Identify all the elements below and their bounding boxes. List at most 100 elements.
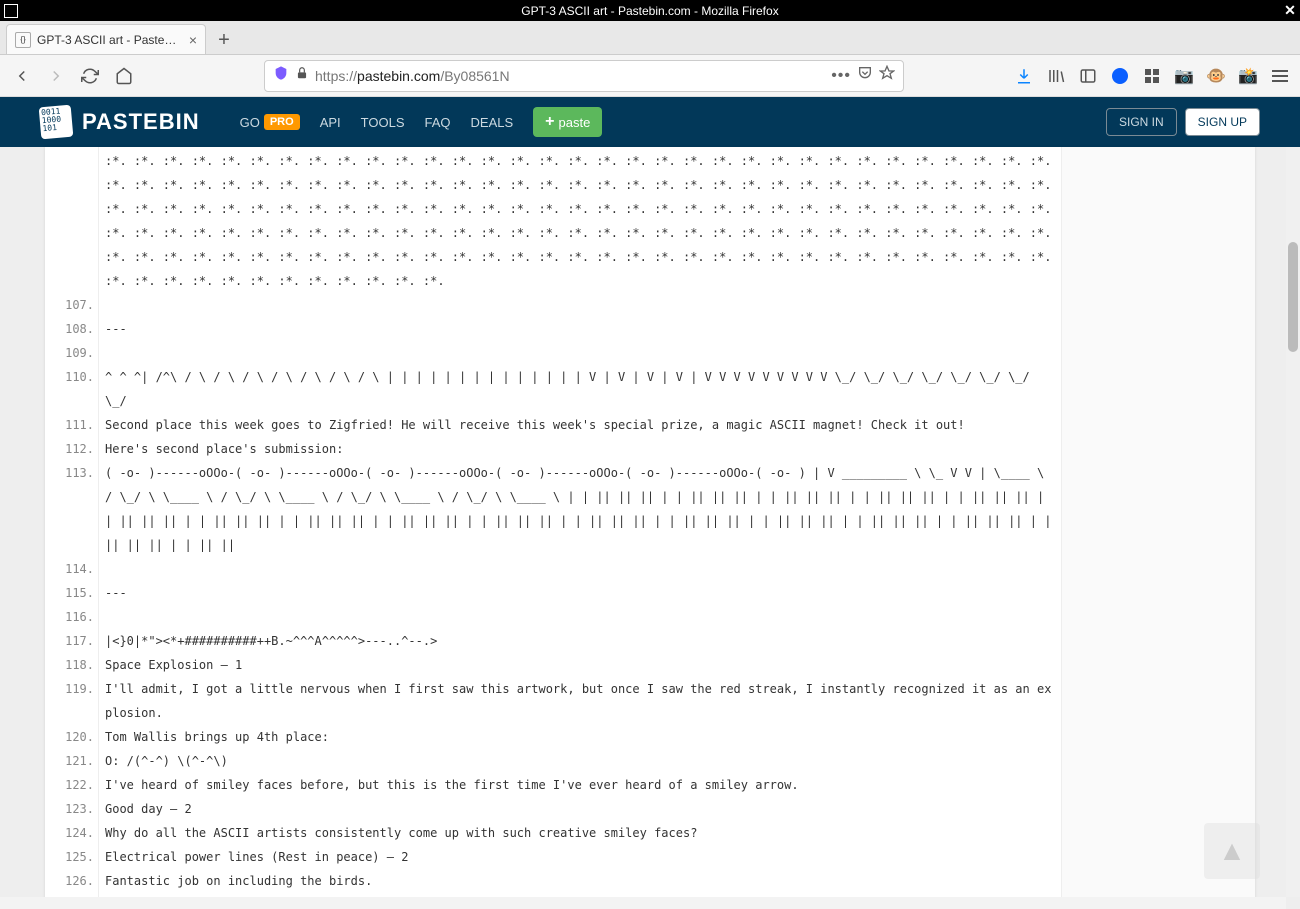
paste-sidebar	[1061, 147, 1255, 909]
code-line: |<}0|*"><*+##########++B.~^^^A^^^^^>---.…	[105, 629, 1055, 653]
code-line: ^ ^ ^| /^\ / \ / \ / \ / \ / \ / \ / \ |…	[105, 365, 1055, 413]
line-number: 113.	[45, 461, 94, 557]
paste-main: 107.108.109.110.111.112.113.114.115.116.…	[45, 147, 1061, 909]
line-number: 117.	[45, 629, 94, 653]
reload-button[interactable]	[76, 62, 104, 90]
vertical-scrollbar[interactable]	[1286, 147, 1300, 897]
nav-tools[interactable]: TOOLS	[361, 115, 405, 130]
line-number: 107.	[45, 293, 94, 317]
code-line: ---	[105, 581, 1055, 605]
scrollbar-thumb[interactable]	[1288, 242, 1298, 352]
line-number: 109.	[45, 341, 94, 365]
nav-api[interactable]: API	[320, 115, 341, 130]
window-titlebar: GPT-3 ASCII art - Pastebin.com - Mozilla…	[0, 0, 1300, 21]
line-number: 126.	[45, 869, 94, 893]
new-tab-button[interactable]: +	[210, 26, 238, 54]
shield-icon[interactable]	[273, 65, 289, 86]
code-line: I've heard of smiley faces before, but t…	[105, 773, 1055, 797]
pastebin-logo-icon: 0011 1000 101	[39, 105, 74, 140]
line-number: 119.	[45, 677, 94, 725]
code-line: ( -o- )------oOOo-( -o- )------oOOo-( -o…	[105, 461, 1055, 557]
line-number: 112.	[45, 437, 94, 461]
code-line: ---	[105, 317, 1055, 341]
line-number: 108.	[45, 317, 94, 341]
line-number: 111.	[45, 413, 94, 437]
window-title: GPT-3 ASCII art - Pastebin.com - Mozilla…	[521, 4, 778, 18]
pocket-icon[interactable]	[857, 65, 873, 86]
window-close-button[interactable]: ✕	[1280, 0, 1300, 21]
forward-button[interactable]	[42, 62, 70, 90]
line-number: 125.	[45, 845, 94, 869]
address-bar[interactable]: https://pastebin.com/By08561N •••	[264, 60, 904, 92]
scroll-to-top-button[interactable]: ▲	[1204, 823, 1260, 879]
library-icon[interactable]	[1044, 64, 1068, 88]
downloads-icon[interactable]	[1012, 64, 1036, 88]
nav-deals[interactable]: DEALS	[471, 115, 514, 130]
tab-strip: {} GPT-3 ASCII art - Pastebin... × +	[0, 21, 1300, 55]
extension-camera-icon[interactable]: 📷	[1172, 64, 1196, 88]
page-actions-icon[interactable]: •••	[831, 67, 851, 85]
toolbar-right: 📷 🐵 📸	[1012, 64, 1292, 88]
code-line: Electrical power lines (Rest in peace) –…	[105, 845, 1055, 869]
new-paste-button[interactable]: + paste	[533, 107, 602, 137]
paste-container: 107.108.109.110.111.112.113.114.115.116.…	[45, 147, 1255, 909]
line-number: 121.	[45, 749, 94, 773]
auth-buttons: SIGN IN SIGN UP	[1106, 108, 1260, 136]
code-line: Space Explosion – 1	[105, 653, 1055, 677]
line-number: 116.	[45, 605, 94, 629]
pastebin-header: 0011 1000 101 PASTEBIN GO PRO API TOOLS …	[0, 97, 1300, 147]
lock-icon[interactable]	[295, 66, 309, 85]
code-line	[105, 293, 1055, 317]
browser-toolbar: https://pastebin.com/By08561N ••• 📷 🐵 📸	[0, 55, 1300, 97]
bookmark-star-icon[interactable]	[879, 65, 895, 86]
code-line: I'll admit, I got a little nervous when …	[105, 677, 1055, 725]
code-line	[105, 341, 1055, 365]
extension-screenshot-icon[interactable]: 📸	[1236, 64, 1260, 88]
plus-icon: +	[545, 113, 554, 131]
line-number	[45, 149, 94, 293]
nav-go-pro[interactable]: GO PRO	[240, 114, 300, 130]
code-line: Tom Wallis brings up 4th place:	[105, 725, 1055, 749]
page-content: 107.108.109.110.111.112.113.114.115.116.…	[0, 147, 1300, 909]
line-number: 124.	[45, 821, 94, 845]
line-number: 115.	[45, 581, 94, 605]
pastebin-logo[interactable]: 0011 1000 101 PASTEBIN	[40, 106, 200, 138]
nav-go-label: GO	[240, 115, 260, 130]
app-menu-button[interactable]	[1268, 64, 1292, 88]
code-line: Second place this week goes to Zigfried!…	[105, 413, 1055, 437]
horizontal-scrollbar[interactable]	[0, 897, 1286, 909]
tab-title: GPT-3 ASCII art - Pastebin...	[37, 33, 183, 47]
code-line: O: /(^-^) \(^-^\)	[105, 749, 1055, 773]
tab-close-icon[interactable]: ×	[189, 32, 197, 48]
pro-badge: PRO	[264, 114, 300, 130]
line-number: 122.	[45, 773, 94, 797]
code-line	[105, 605, 1055, 629]
pastebin-logo-text: PASTEBIN	[82, 109, 200, 135]
line-number: 114.	[45, 557, 94, 581]
extension-monkey-icon[interactable]: 🐵	[1204, 64, 1228, 88]
code-line: Good day – 2	[105, 797, 1055, 821]
paste-btn-label: paste	[559, 115, 591, 130]
extension-circle-icon[interactable]	[1108, 64, 1132, 88]
signin-button[interactable]: SIGN IN	[1106, 108, 1177, 136]
code-line: Fantastic job on including the birds.	[105, 869, 1055, 893]
line-number: 123.	[45, 797, 94, 821]
extension-grid-icon[interactable]	[1140, 64, 1164, 88]
code-line: :*. :*. :*. :*. :*. :*. :*. :*. :*. :*. …	[105, 149, 1055, 293]
code-line	[105, 557, 1055, 581]
line-number-gutter: 107.108.109.110.111.112.113.114.115.116.…	[45, 147, 99, 909]
signup-button[interactable]: SIGN UP	[1185, 108, 1260, 136]
window-icon	[4, 4, 18, 18]
line-number: 110.	[45, 365, 94, 413]
back-button[interactable]	[8, 62, 36, 90]
home-button[interactable]	[110, 62, 138, 90]
paste-code[interactable]: :*. :*. :*. :*. :*. :*. :*. :*. :*. :*. …	[99, 147, 1061, 909]
sidebar-icon[interactable]	[1076, 64, 1100, 88]
line-number: 120.	[45, 725, 94, 749]
browser-tab[interactable]: {} GPT-3 ASCII art - Pastebin... ×	[6, 24, 206, 54]
code-line: Why do all the ASCII artists consistentl…	[105, 821, 1055, 845]
tab-favicon: {}	[15, 32, 31, 48]
line-number: 118.	[45, 653, 94, 677]
nav-faq[interactable]: FAQ	[425, 115, 451, 130]
pastebin-nav: GO PRO API TOOLS FAQ DEALS + paste	[240, 107, 603, 137]
